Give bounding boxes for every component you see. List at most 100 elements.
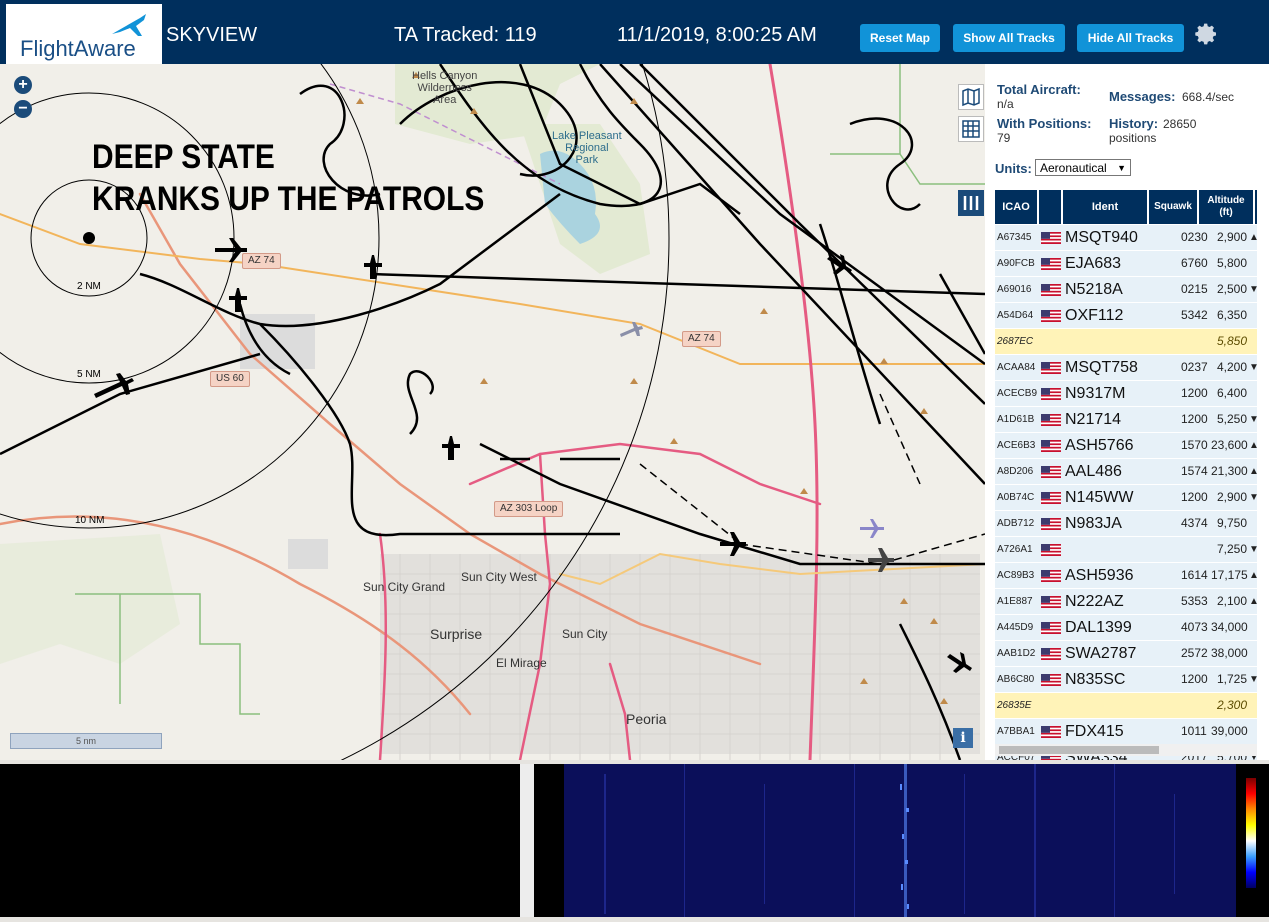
- road-us60-badge: US 60: [210, 371, 250, 387]
- col-altitude[interactable]: Altitude (ft): [1199, 190, 1255, 224]
- scrollbar-thumb[interactable]: [999, 746, 1159, 754]
- spectrum-waterfall: [534, 764, 1269, 917]
- row-altitude: 39,000: [1211, 724, 1248, 738]
- row-squawk: 1614: [1181, 568, 1208, 582]
- sun-city-grand-label: Sun City Grand: [363, 580, 446, 594]
- row-altitude-trend: ▼: [1249, 284, 1259, 295]
- flightaware-logo[interactable]: FlightAware: [6, 4, 162, 64]
- units-select-value: Aeronautical: [1040, 161, 1107, 175]
- table-row[interactable]: AB6C80 N835SC 1200 1,725 ▼: [995, 667, 1259, 693]
- row-icao: A1E887: [997, 596, 1033, 607]
- row-squawk: 1574: [1181, 464, 1208, 478]
- units-label: Units:: [995, 161, 1032, 176]
- row-ident: MSQT940: [1065, 229, 1138, 246]
- table-row[interactable]: A54D64 OXF112 5342 6,350: [995, 303, 1257, 329]
- horizontal-scrollbar[interactable]: [995, 744, 1257, 756]
- total-aircraft-label: Total Aircraft:: [997, 82, 1081, 97]
- table-row[interactable]: A1E887 N222AZ 5353 2,100 ▲: [995, 589, 1259, 615]
- col-ident[interactable]: Ident: [1063, 190, 1149, 224]
- gear-icon[interactable]: [1195, 22, 1219, 46]
- col-flag[interactable]: [1039, 190, 1063, 224]
- range-ring-2nm-label: 2 NM: [77, 281, 101, 292]
- row-ident: ASH5766: [1065, 437, 1134, 454]
- aircraft-map[interactable]: + − DEEP STATE KRANKS UP THE PATROLS Hel…: [0, 64, 985, 760]
- table-row[interactable]: A445D9 DAL1399 4073 34,000: [995, 615, 1257, 641]
- table-row[interactable]: ADB712 N983JA 4374 9,750: [995, 511, 1257, 537]
- us-flag-icon: [1041, 362, 1061, 374]
- table-row[interactable]: A67345 MSQT940 0230 2,900 ▲: [995, 225, 1259, 251]
- us-flag-icon: [1041, 232, 1061, 244]
- table-row[interactable]: A8D206 AAL486 1574 21,300 ▲: [995, 459, 1259, 485]
- us-flag-icon: [1041, 310, 1061, 322]
- table-row[interactable]: A7BBA1 FDX415 1011 39,000: [995, 719, 1257, 745]
- lake-pleasant-label: Lake Pleasant Regional Park: [552, 130, 622, 166]
- column-toggle-button[interactable]: [958, 190, 984, 216]
- table-row[interactable]: A69016 N5218A 0215 2,500 ▼: [995, 277, 1259, 303]
- table-row[interactable]: ACAA84 MSQT758 0237 4,200 ▼: [995, 355, 1259, 381]
- table-row[interactable]: A1D61B N21714 1200 5,250 ▼: [995, 407, 1259, 433]
- row-icao: A67345: [997, 232, 1032, 243]
- reset-map-button[interactable]: Reset Map: [860, 24, 940, 52]
- hide-all-tracks-button[interactable]: Hide All Tracks: [1077, 24, 1184, 52]
- col-squawk[interactable]: Squawk: [1149, 190, 1199, 224]
- map-icon: [962, 87, 980, 107]
- row-altitude: 5,850: [1216, 334, 1247, 348]
- row-squawk: 4073: [1181, 620, 1208, 634]
- map-grid-button[interactable]: [958, 116, 984, 142]
- table-row[interactable]: 26835E 2,300: [995, 693, 1257, 719]
- row-altitude: 23,600: [1211, 438, 1248, 452]
- logo-text: FlightAware: [20, 36, 136, 61]
- row-squawk: 2572: [1181, 646, 1208, 660]
- col-icao[interactable]: ICAO: [995, 190, 1039, 224]
- info-icon[interactable]: i: [953, 728, 973, 748]
- aircraft-table-header: ICAO Ident Squawk Altitude (ft): [995, 190, 1257, 224]
- table-row[interactable]: ACE6B3 ASH5766 1570 23,600 ▲: [995, 433, 1259, 459]
- peoria-label: Peoria: [626, 711, 667, 727]
- table-row[interactable]: AC89B3 ASH5936 1614 17,175 ▲: [995, 563, 1259, 589]
- table-row[interactable]: A726A1 7,250 ▼: [995, 537, 1259, 563]
- row-ident: N9317M: [1065, 385, 1126, 402]
- zoom-in-button[interactable]: +: [14, 76, 32, 94]
- row-icao: A90FCB: [997, 258, 1035, 269]
- map-layers-button[interactable]: [958, 84, 984, 110]
- row-altitude: 34,000: [1211, 620, 1248, 634]
- app-title: SKYVIEW: [166, 24, 258, 46]
- row-ident: MSQT758: [1065, 359, 1138, 376]
- range-ring-10nm-label: 10 NM: [75, 515, 105, 526]
- row-icao: ACAA84: [997, 362, 1036, 373]
- table-row[interactable]: AAB1D2 SWA2787 2572 38,000: [995, 641, 1257, 667]
- row-altitude-trend: ▼: [1249, 492, 1259, 503]
- zoom-out-button[interactable]: −: [14, 100, 32, 118]
- history-unit: positions: [1109, 131, 1157, 145]
- row-altitude: 7,250: [1216, 542, 1247, 556]
- row-altitude-trend: ▲: [1249, 232, 1259, 243]
- row-icao: A445D9: [997, 622, 1034, 633]
- row-altitude: 2,900: [1216, 490, 1247, 504]
- table-row[interactable]: A0B74C N145WW 1200 2,900 ▼: [995, 485, 1259, 511]
- bottom-left-panel: [0, 764, 520, 917]
- row-squawk: 1011: [1181, 724, 1207, 738]
- table-row[interactable]: A90FCB EJA683 6760 5,800: [995, 251, 1257, 277]
- row-altitude: 21,300: [1211, 464, 1248, 478]
- row-ident: N983JA: [1065, 515, 1122, 532]
- panel-divider[interactable]: [520, 764, 534, 917]
- road-az74-badge-2: AZ 74: [682, 331, 721, 347]
- messages-label: Messages:: [1109, 89, 1176, 104]
- row-icao: 2687EC: [997, 336, 1034, 347]
- row-icao: A54D64: [997, 310, 1034, 321]
- row-ident: N222AZ: [1065, 593, 1124, 610]
- row-altitude: 5,250: [1216, 412, 1247, 426]
- top-header-bar: FlightAware SKYVIEW TA Tracked: 119 11/1…: [0, 0, 1269, 64]
- row-ident: N835SC: [1065, 671, 1126, 688]
- units-select[interactable]: Aeronautical ▼: [1035, 159, 1131, 176]
- table-row[interactable]: 2687EC 5,850: [995, 329, 1257, 355]
- row-altitude-trend: ▼: [1249, 414, 1259, 425]
- us-flag-icon: [1041, 648, 1061, 660]
- headline-line-1: DEEP STATE: [92, 138, 275, 176]
- waterfall-noise: [564, 764, 1236, 917]
- total-aircraft-value: n/a: [997, 97, 1014, 111]
- row-squawk: 6760: [1181, 256, 1208, 270]
- table-row[interactable]: ACECB9 N9317M 1200 6,400: [995, 381, 1257, 407]
- show-all-tracks-button[interactable]: Show All Tracks: [953, 24, 1065, 52]
- row-altitude-trend: ▲: [1249, 596, 1259, 607]
